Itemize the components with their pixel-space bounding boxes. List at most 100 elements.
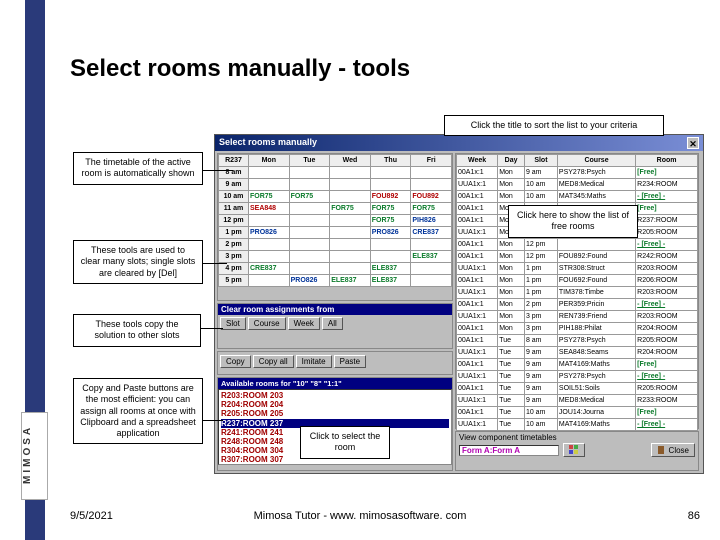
view-button[interactable] [563, 443, 585, 457]
listing-row[interactable]: UUA1x:1Tue9 amPSY278:Psych- [Free] - [457, 371, 698, 383]
listing-row[interactable]: UUA1x:1Tue10 amMAT4169:Maths- [Free] - [457, 419, 698, 431]
listing-header[interactable]: Slot [524, 155, 557, 167]
timetable-cell[interactable] [249, 167, 290, 179]
listing-row[interactable]: UUA1x:1Mon1 pmSTR308:StructR203:ROOM [457, 263, 698, 275]
timetable-cell[interactable]: FOU892 [370, 191, 411, 203]
room-list-item[interactable]: R204:ROOM 204 [221, 400, 449, 409]
timetable-cell[interactable] [411, 275, 452, 287]
timetable-day-header[interactable]: Tue [289, 155, 330, 167]
close-icon[interactable]: ✕ [687, 137, 699, 149]
tool-copy-all-button[interactable]: Copy all [253, 355, 294, 368]
listing-header[interactable]: Week [457, 155, 498, 167]
timetable-cell[interactable]: PRO826 [249, 227, 290, 239]
tool-imitate-button[interactable]: Imitate [296, 355, 332, 368]
timetable-cell[interactable] [330, 167, 371, 179]
timetable-cell[interactable] [330, 179, 371, 191]
timetable-cell[interactable] [330, 227, 371, 239]
timetable-cell[interactable]: FOR75 [289, 191, 330, 203]
listing-row[interactable]: 00A1x:1Mon2 pmPER359:Pricin- [Free] - [457, 299, 698, 311]
listing-cell: PSY278:Psych [557, 371, 635, 383]
timetable-cell[interactable] [330, 239, 371, 251]
timetable-cell[interactable]: PRO826 [370, 227, 411, 239]
clear-all-button[interactable]: All [322, 317, 343, 330]
timetable-cell[interactable] [411, 179, 452, 191]
timetable-cell[interactable]: FOU892 [411, 191, 452, 203]
close-button[interactable]: Close [651, 443, 695, 457]
timetable-cell[interactable] [289, 251, 330, 263]
timetable-cell[interactable]: FOR75 [411, 203, 452, 215]
listing-grid[interactable]: WeekDaySlotCourseRoom00A1x:1Mon9 amPSY27… [456, 154, 698, 431]
timetable-cell[interactable] [330, 191, 371, 203]
timetable-cell[interactable] [289, 167, 330, 179]
timetable-cell[interactable] [289, 179, 330, 191]
timetable-cell[interactable]: PIH826 [411, 215, 452, 227]
tool-copy-button[interactable]: Copy [220, 355, 251, 368]
timetable-cell[interactable] [249, 251, 290, 263]
room-list-item[interactable]: R320:ROOM 320 [221, 465, 449, 466]
listing-row[interactable]: 00A1x:1Mon10 amMAT345:Maths- [Free] - [457, 191, 698, 203]
listing-row[interactable]: 00A1x:1Mon3 pmPIH188:PhilatR204:ROOM [457, 323, 698, 335]
timetable-cell[interactable] [330, 251, 371, 263]
clear-course-button[interactable]: Course [248, 317, 286, 330]
listing-row[interactable]: 00A1x:1Mon12 pmFOU892:FoundR242:ROOM [457, 251, 698, 263]
leader-line [203, 263, 227, 264]
listing-cell: - [Free] - [636, 239, 698, 251]
listing-row[interactable]: 00A1x:1Tue8 amPSY278:PsychR205:ROOM [457, 335, 698, 347]
timetable-cell[interactable]: ELE837 [370, 275, 411, 287]
timetable-cell[interactable]: CRE837 [411, 227, 452, 239]
timetable-cell[interactable] [289, 215, 330, 227]
timetable-cell[interactable] [289, 203, 330, 215]
listing-header[interactable]: Room [636, 155, 698, 167]
listing-row[interactable]: 00A1x:1Mon1 pmFOU692:FoundR206:ROOM [457, 275, 698, 287]
listing-row[interactable]: UUA1x:1Mon1 pmTIM378:TimbeR203:ROOM [457, 287, 698, 299]
timetable-cell[interactable] [289, 239, 330, 251]
timetable-grid[interactable]: R237MonTueWedThuFri8 am9 am10 amFOR75FOR… [218, 154, 452, 287]
room-list-item[interactable]: R205:ROOM 205 [221, 409, 449, 418]
timetable-cell[interactable] [411, 263, 452, 275]
listing-row[interactable]: 00A1x:1Tue9 amSOIL51:SoilsR205:ROOM [457, 383, 698, 395]
timetable-cell[interactable] [330, 215, 371, 227]
timetable-cell[interactable]: PRO826 [289, 275, 330, 287]
timetable-cell[interactable]: ELE837 [411, 251, 452, 263]
timetable-cell[interactable]: FOR75 [249, 191, 290, 203]
clear-slot-button[interactable]: Slot [220, 317, 246, 330]
timetable-cell[interactable] [370, 167, 411, 179]
listing-row[interactable]: UUA1x:1Mon3 pmREN739:FriendR203:ROOM [457, 311, 698, 323]
timetable-day-header[interactable]: Thu [370, 155, 411, 167]
timetable-cell[interactable] [370, 239, 411, 251]
timetable-cell[interactable] [330, 263, 371, 275]
listing-row[interactable]: 00A1x:1Tue10 amJOU14:Journa[Free] [457, 407, 698, 419]
listing-row[interactable]: 00A1x:1Mon12 pm- [Free] - [457, 239, 698, 251]
timetable-cell[interactable] [370, 179, 411, 191]
listing-row[interactable]: UUA1x:1Mon10 amMED8:MedicalR234:ROOM [457, 179, 698, 191]
clear-week-button[interactable]: Week [288, 317, 320, 330]
timetable-cell[interactable] [411, 239, 452, 251]
timetable-cell[interactable]: ELE837 [330, 275, 371, 287]
tool-paste-button[interactable]: Paste [334, 355, 366, 368]
timetable-cell[interactable]: ELE837 [370, 263, 411, 275]
timetable-cell[interactable] [289, 227, 330, 239]
listing-header[interactable]: Course [557, 155, 635, 167]
timetable-cell[interactable]: SEA848 [249, 203, 290, 215]
timetable-cell[interactable] [370, 251, 411, 263]
timetable-day-header[interactable]: Wed [330, 155, 371, 167]
listing-row[interactable]: 00A1x:1Mon9 amPSY278:Psych[Free] [457, 167, 698, 179]
timetable-cell[interactable]: FOR75 [370, 215, 411, 227]
timetable-cell[interactable] [411, 167, 452, 179]
timetable-cell[interactable] [289, 263, 330, 275]
listing-row[interactable]: UUA1x:1Tue9 amSEA848:SeamsR204:ROOM [457, 347, 698, 359]
timetable-cell[interactable]: CRE837 [249, 263, 290, 275]
timetable-cell[interactable] [249, 275, 290, 287]
timetable-cell[interactable] [249, 179, 290, 191]
listing-row[interactable]: 00A1x:1Tue9 amMAT4169:Maths[Free] [457, 359, 698, 371]
listing-header[interactable]: Day [498, 155, 525, 167]
timetable-day-header[interactable]: Mon [249, 155, 290, 167]
component-dropdown[interactable]: Form A:Form A [459, 445, 559, 456]
timetable-cell[interactable]: FOR75 [330, 203, 371, 215]
room-list-item[interactable]: R203:ROOM 203 [221, 391, 449, 400]
timetable-cell[interactable] [249, 239, 290, 251]
listing-row[interactable]: UUA1x:1Tue9 amMED8:MedicalR233:ROOM [457, 395, 698, 407]
timetable-cell[interactable] [249, 215, 290, 227]
timetable-day-header[interactable]: Fri [411, 155, 452, 167]
timetable-cell[interactable]: FOR75 [370, 203, 411, 215]
